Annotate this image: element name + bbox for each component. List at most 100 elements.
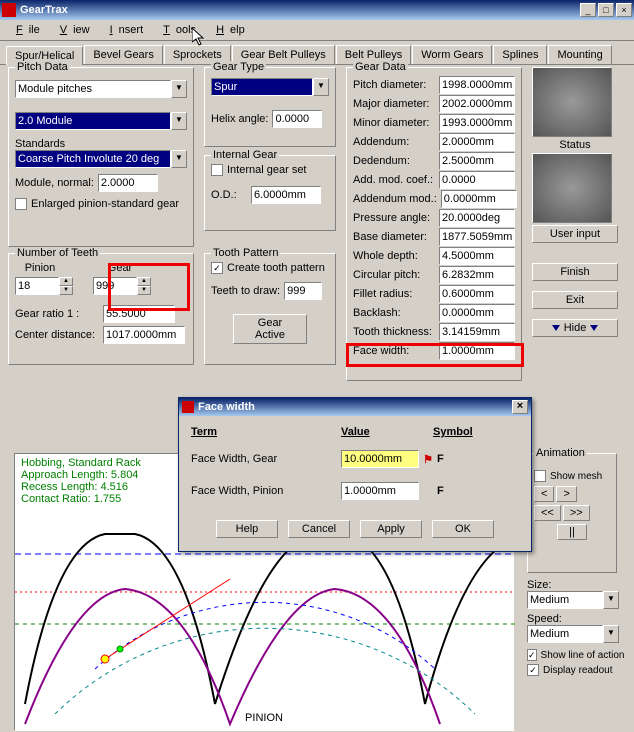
app-title: GearTrax [20, 4, 580, 16]
apply-button[interactable]: Apply [360, 520, 422, 538]
pitch-system-combo[interactable] [15, 80, 171, 98]
menu-file[interactable]: File [4, 22, 46, 38]
geardata-label: Minor diameter: [353, 117, 435, 129]
geardata-value[interactable] [439, 323, 515, 341]
geardata-label: Addendum mod.: [353, 193, 437, 205]
dialog-icon [182, 401, 194, 413]
display-readout-checkbox[interactable]: ✓ [527, 664, 539, 676]
group-gear-data: Pitch diameter: Major diameter: Minor diam… [346, 67, 522, 381]
geardata-label: Base diameter: [353, 231, 435, 243]
teeth-to-draw-input[interactable] [284, 282, 322, 300]
close-button[interactable]: × [616, 3, 632, 17]
group-tooth-pattern: ✓ Create tooth pattern Teeth to draw: Ge… [204, 253, 336, 365]
tab-worm[interactable]: Worm Gears [412, 45, 492, 64]
helix-angle-input[interactable] [272, 110, 322, 128]
gear-type-combo[interactable] [211, 78, 313, 96]
dropdown-icon[interactable]: ▼ [313, 78, 329, 96]
face-width-dialog: Face width × Term Value Symbol Face Widt… [178, 397, 532, 552]
geardata-label: Backlash: [353, 307, 435, 319]
dialog-close-button[interactable]: × [512, 400, 528, 414]
module-normal-input[interactable] [98, 174, 158, 192]
show-mesh-checkbox[interactable] [534, 470, 546, 482]
size-combo[interactable] [527, 591, 603, 609]
menu-tools[interactable]: Tools [151, 22, 202, 38]
title-bar: GearTrax _ □ × [0, 0, 634, 20]
maximize-button[interactable]: □ [598, 3, 614, 17]
gear-ratio-input[interactable] [103, 305, 175, 323]
geardata-value[interactable] [441, 190, 517, 208]
menu-view[interactable]: View [48, 22, 96, 38]
geardata-value[interactable] [439, 171, 515, 189]
geardata-label: Face width: [353, 345, 435, 357]
warning-icon: ⚑ [419, 453, 437, 466]
dialog-title: Face width [198, 401, 512, 413]
geardata-value[interactable] [439, 76, 515, 94]
pinion-label: PINION [245, 712, 283, 724]
enlarged-pinion-checkbox[interactable] [15, 198, 27, 210]
triangle-icon [552, 325, 560, 331]
hide-button[interactable]: Hide [532, 319, 618, 337]
group-pitch-data: ▼ ▼ Standards ▼ Module, normal: Enlarged… [8, 67, 194, 247]
app-icon [2, 3, 16, 17]
help-button[interactable]: Help [216, 520, 278, 538]
enlarged-pinion-label: Enlarged pinion-standard gear [31, 198, 179, 210]
menu-insert[interactable]: Insert [98, 22, 150, 38]
geardata-label: Circular pitch: [353, 269, 435, 281]
show-line-checkbox[interactable]: ✓ [527, 649, 537, 661]
geardata-value[interactable] [439, 209, 515, 227]
geardata-label: Whole depth: [353, 250, 435, 262]
dropdown-icon[interactable]: ▼ [171, 112, 187, 130]
geardata-label: Pitch diameter: [353, 79, 435, 91]
create-tooth-checkbox[interactable]: ✓ [211, 262, 223, 274]
geardata-label: Major diameter: [353, 98, 435, 110]
minimize-button[interactable]: _ [580, 3, 596, 17]
tab-bevel[interactable]: Bevel Gears [84, 45, 163, 64]
geardata-label: Fillet radius: [353, 288, 435, 300]
face-width-gear-input[interactable] [341, 450, 419, 468]
ok-button[interactable]: OK [432, 520, 494, 538]
triangle-icon [590, 325, 598, 331]
od-input[interactable] [251, 186, 321, 204]
group-number-of-teeth: Pinion Gear ▲▼ ▲▼ Gear ratio 1 : Center … [8, 253, 194, 365]
finish-button[interactable]: Finish [532, 263, 618, 281]
prev-button[interactable]: < [534, 486, 554, 502]
gear-active-button[interactable]: Gear Active [233, 314, 307, 344]
gear-teeth-input[interactable] [93, 277, 137, 295]
gear-preview-1 [532, 67, 612, 137]
geardata-value[interactable] [439, 266, 515, 284]
cancel-button[interactable]: Cancel [288, 520, 350, 538]
geardata-label: Add. mod. coef.: [353, 174, 435, 186]
geardata-value[interactable] [439, 247, 515, 265]
geardata-value[interactable] [439, 304, 515, 322]
rewind-button[interactable]: << [534, 505, 561, 521]
standards-label: Standards [15, 138, 187, 150]
tab-mounting[interactable]: Mounting [548, 45, 611, 64]
geardata-value[interactable] [439, 285, 515, 303]
menu-help[interactable]: Help [204, 22, 251, 38]
speed-combo[interactable] [527, 625, 603, 643]
geardata-value[interactable] [439, 95, 515, 113]
dropdown-icon[interactable]: ▼ [171, 80, 187, 98]
geardata-value[interactable] [439, 228, 515, 246]
status-text: User input [532, 225, 618, 243]
center-distance-input[interactable] [103, 326, 185, 344]
standard-combo[interactable] [15, 150, 171, 168]
menu-bar: File View Insert Tools Help [0, 20, 634, 41]
next-button[interactable]: > [556, 486, 576, 502]
face-width-pinion-input[interactable] [341, 482, 419, 500]
tab-splines[interactable]: Splines [493, 45, 547, 64]
gear-preview-2 [532, 153, 612, 223]
pause-button[interactable]: || [557, 524, 587, 540]
group-internal-gear: Internal gear set O.D.: [204, 155, 336, 231]
geardata-value[interactable] [439, 133, 515, 151]
module-combo[interactable] [15, 112, 171, 130]
geardata-value[interactable] [439, 342, 515, 360]
geardata-value[interactable] [439, 114, 515, 132]
forward-button[interactable]: >> [563, 505, 590, 521]
dropdown-icon[interactable]: ▼ [171, 150, 187, 168]
geardata-label: Dedendum: [353, 155, 435, 167]
pinion-teeth-input[interactable] [15, 277, 59, 295]
exit-button[interactable]: Exit [532, 291, 618, 309]
geardata-value[interactable] [439, 152, 515, 170]
internal-gear-checkbox[interactable] [211, 164, 223, 176]
